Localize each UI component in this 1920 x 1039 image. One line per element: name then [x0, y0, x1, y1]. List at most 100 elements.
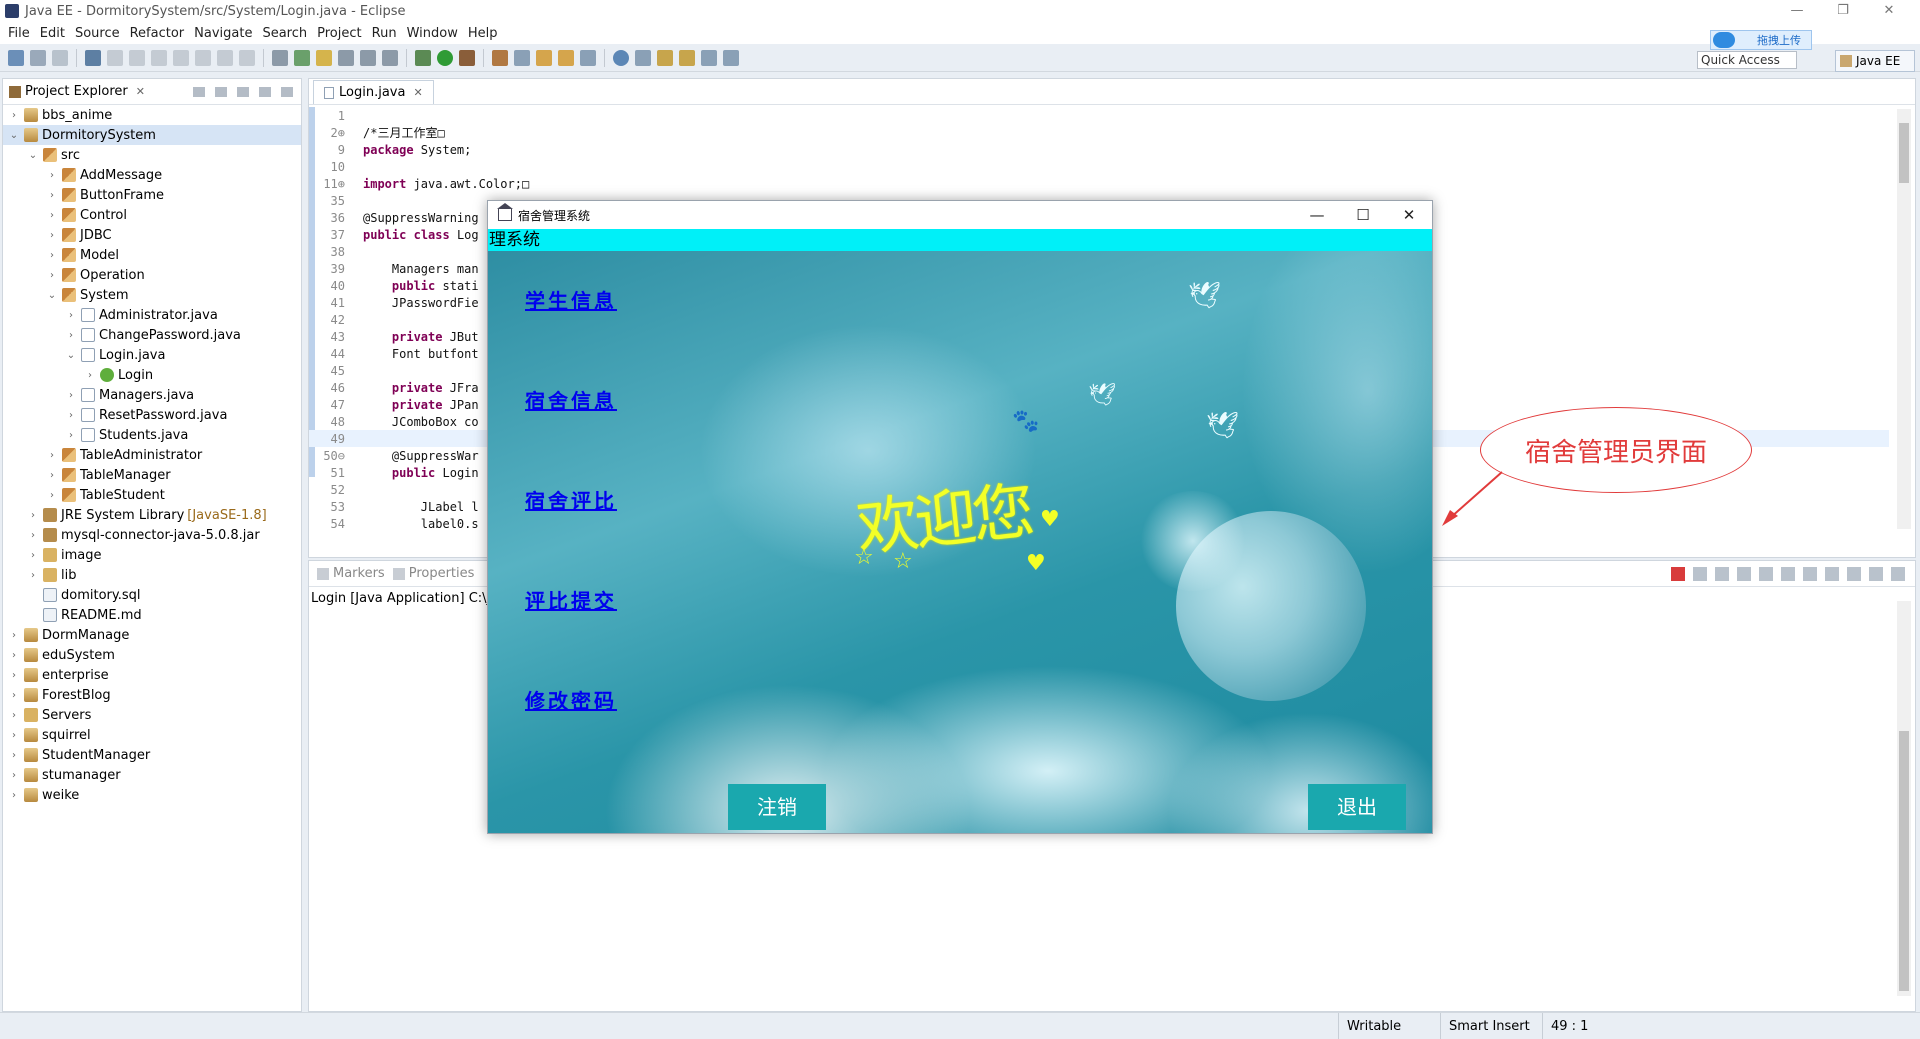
- menu-search[interactable]: Search: [262, 26, 307, 41]
- display-console-icon[interactable]: [1847, 566, 1861, 581]
- save-all-icon[interactable]: [52, 49, 68, 66]
- step-over-icon[interactable]: [217, 49, 233, 66]
- app-minimize-button[interactable]: —: [1294, 206, 1340, 224]
- clear-console-icon[interactable]: [1737, 566, 1751, 581]
- chevron-right-icon[interactable]: ›: [47, 470, 57, 481]
- scroll-thumb[interactable]: [1899, 731, 1909, 991]
- quick-access-input[interactable]: Quick Access: [1697, 51, 1797, 69]
- chevron-right-icon[interactable]: ›: [66, 430, 76, 441]
- link-change-password[interactable]: 修改密码: [525, 685, 617, 714]
- chevron-right-icon[interactable]: ›: [85, 370, 95, 381]
- upload-widget[interactable]: 拖拽上传: [1710, 30, 1812, 50]
- chevron-down-icon[interactable]: ⌄: [66, 350, 76, 361]
- highlight-icon[interactable]: [316, 49, 332, 66]
- app-close-button[interactable]: ✕: [1386, 206, 1432, 224]
- tree-item[interactable]: › stumanager: [3, 765, 301, 785]
- tree-item[interactable]: › ForestBlog: [3, 685, 301, 705]
- toggle-mark-icon[interactable]: [338, 49, 354, 66]
- menu-file[interactable]: File: [8, 26, 30, 41]
- tree-item[interactable]: › ButtonFrame: [3, 185, 301, 205]
- terminate-icon[interactable]: [1671, 566, 1685, 581]
- chevron-right-icon[interactable]: ›: [66, 390, 76, 401]
- chevron-down-icon[interactable]: ⌄: [28, 150, 38, 161]
- new-package-icon[interactable]: [514, 49, 530, 66]
- globe-icon[interactable]: [613, 49, 629, 66]
- pin-console-icon[interactable]: [1825, 566, 1839, 581]
- tree-item[interactable]: › enterprise: [3, 665, 301, 685]
- console-scrollbar[interactable]: [1897, 601, 1911, 996]
- code-line[interactable]: 1: [309, 107, 1889, 124]
- menu-navigate[interactable]: Navigate: [194, 26, 252, 41]
- tree-item[interactable]: › Control: [3, 205, 301, 225]
- exit-button[interactable]: 退出: [1308, 784, 1406, 830]
- chevron-right-icon[interactable]: ›: [9, 690, 19, 701]
- chevron-right-icon[interactable]: ›: [47, 450, 57, 461]
- tree-item[interactable]: › TableManager: [3, 465, 301, 485]
- chevron-right-icon[interactable]: ›: [9, 670, 19, 681]
- prev-annotation-icon[interactable]: [657, 49, 673, 66]
- tree-item[interactable]: › Administrator.java: [3, 305, 301, 325]
- open-console-icon[interactable]: [1869, 566, 1883, 581]
- status-insert-mode[interactable]: Smart Insert: [1440, 1013, 1540, 1039]
- link-student-info[interactable]: 学生信息: [525, 285, 617, 314]
- close-button[interactable]: ✕: [1866, 0, 1912, 22]
- chevron-right-icon[interactable]: ›: [9, 710, 19, 721]
- chevron-right-icon[interactable]: ›: [47, 250, 57, 261]
- tree-item[interactable]: › mysql-connector-java-5.0.8.jar: [3, 525, 301, 545]
- tree-item[interactable]: ⌄ System: [3, 285, 301, 305]
- tree-item[interactable]: › DormManage: [3, 625, 301, 645]
- menu-refactor[interactable]: Refactor: [130, 26, 185, 41]
- chevron-right-icon[interactable]: ›: [9, 730, 19, 741]
- next-annotation-icon[interactable]: [635, 49, 651, 66]
- open-type-icon[interactable]: [272, 49, 288, 66]
- tree-item[interactable]: › StudentManager: [3, 745, 301, 765]
- menu-source[interactable]: Source: [75, 26, 120, 41]
- run-external-icon[interactable]: [459, 49, 475, 66]
- minimize-view-icon[interactable]: [259, 86, 271, 97]
- perspective-button[interactable]: Java EE: [1835, 50, 1915, 72]
- tree-item[interactable]: › bbs_anime: [3, 105, 301, 125]
- block-selection-icon[interactable]: [360, 49, 376, 66]
- chevron-right-icon[interactable]: ›: [47, 170, 57, 181]
- code-line[interactable]: 11⊕ import java.awt.Color;□: [309, 175, 1889, 192]
- step-return-icon[interactable]: [239, 49, 255, 66]
- run-icon[interactable]: [437, 49, 453, 66]
- chevron-right-icon[interactable]: ›: [47, 270, 57, 281]
- terminal-icon[interactable]: [85, 49, 101, 66]
- tree-item[interactable]: › Login: [3, 365, 301, 385]
- tree-item[interactable]: ⌄ src: [3, 145, 301, 165]
- link-submit-rating[interactable]: 评比提交: [525, 585, 617, 614]
- chevron-right-icon[interactable]: ›: [28, 550, 38, 561]
- tree-item[interactable]: ⌄ Login.java: [3, 345, 301, 365]
- show-on-output-icon[interactable]: [1803, 566, 1817, 581]
- tab-properties[interactable]: Properties: [392, 566, 474, 581]
- tree-item[interactable]: README.md: [3, 605, 301, 625]
- restore-button[interactable]: ❐: [1820, 0, 1866, 22]
- menu-help[interactable]: Help: [468, 26, 498, 41]
- chevron-right-icon[interactable]: ›: [9, 750, 19, 761]
- tree-item[interactable]: › eduSystem: [3, 645, 301, 665]
- back-icon[interactable]: [701, 49, 717, 66]
- new-java-project-icon[interactable]: [492, 49, 508, 66]
- new-icon[interactable]: [8, 49, 24, 66]
- word-wrap-icon[interactable]: [1781, 566, 1795, 581]
- close-editor-button[interactable]: ✕: [413, 86, 422, 99]
- open-folder-icon[interactable]: [536, 49, 552, 66]
- code-line[interactable]: 9 package System;: [309, 141, 1889, 158]
- minimize-button[interactable]: —: [1774, 0, 1820, 22]
- tree-item[interactable]: domitory.sql: [3, 585, 301, 605]
- skip-breakpoints-icon[interactable]: [107, 49, 123, 66]
- tree-item[interactable]: › ChangePassword.java: [3, 325, 301, 345]
- search-icon[interactable]: [580, 49, 596, 66]
- chevron-right-icon[interactable]: ›: [47, 210, 57, 221]
- open-file-icon[interactable]: [558, 49, 574, 66]
- debug-icon[interactable]: [415, 49, 431, 66]
- chevron-down-icon[interactable]: ⌄: [47, 290, 57, 301]
- remove-launch-icon[interactable]: [1693, 566, 1707, 581]
- link-editor-icon[interactable]: [215, 86, 227, 97]
- step-into-icon[interactable]: [195, 49, 211, 66]
- chevron-right-icon[interactable]: ›: [66, 310, 76, 321]
- tree-item[interactable]: › JDBC: [3, 225, 301, 245]
- tree-item[interactable]: › Students.java: [3, 425, 301, 445]
- tree-item[interactable]: › Servers: [3, 705, 301, 725]
